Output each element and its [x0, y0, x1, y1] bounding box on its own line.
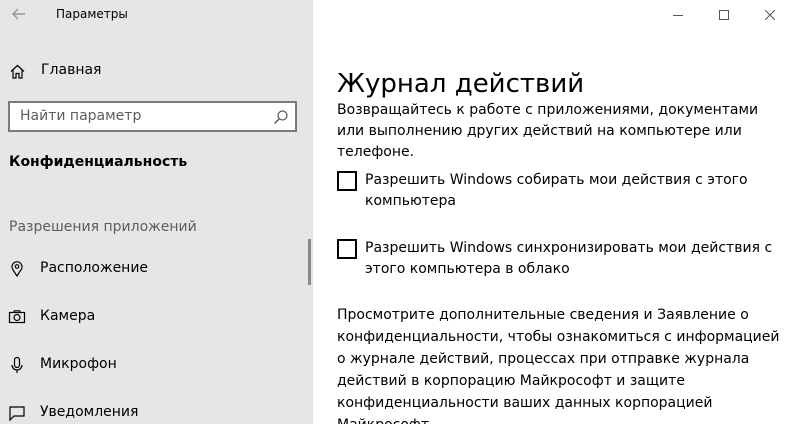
search-box[interactable]	[8, 101, 297, 132]
back-arrow-icon	[12, 8, 25, 20]
sidebar-item-label: Уведомления	[40, 404, 139, 420]
search-input[interactable]	[20, 108, 260, 124]
settings-window: Параметры Главная Конфиденциальность Раз…	[0, 0, 793, 424]
sidebar-item-notifications[interactable]: Уведомления	[0, 396, 305, 424]
sidebar-item-location[interactable]: Расположение	[0, 252, 305, 286]
sidebar-item-camera[interactable]: Камера	[0, 300, 305, 334]
sidebar-item-label: Микрофон	[40, 356, 117, 372]
camera-icon	[8, 310, 26, 324]
sidebar-item-microphone[interactable]: Микрофон	[0, 348, 305, 382]
sync-activity-checkbox[interactable]	[337, 239, 357, 259]
nav-home-label: Главная	[41, 62, 102, 78]
page-title: Журнал действий	[337, 69, 585, 100]
checkbox-label[interactable]: Разрешить Windows собирать мои действия …	[365, 170, 775, 212]
maximize-icon	[719, 10, 729, 20]
main-content: Журнал действий Возвращайтесь к работе с…	[313, 0, 793, 424]
privacy-info-text: Просмотрите дополнительные сведения и За…	[337, 307, 780, 424]
page-description: Возвращайтесь к работе с приложениями, д…	[337, 102, 759, 160]
checkbox-label[interactable]: Разрешить Windows синхронизировать мои д…	[365, 238, 775, 280]
nav-home[interactable]: Главная	[0, 56, 313, 86]
maximize-button[interactable]	[701, 0, 747, 30]
sidebar-item-label: Камера	[40, 308, 96, 324]
sidebar-scrollbar[interactable]	[308, 239, 311, 285]
minimize-button[interactable]	[655, 0, 701, 30]
window-controls	[655, 0, 793, 30]
minimize-icon	[673, 15, 683, 16]
sidebar-item-label: Расположение	[40, 260, 149, 276]
notification-icon	[9, 406, 25, 422]
home-icon	[10, 64, 25, 79]
search-icon[interactable]	[273, 109, 289, 125]
collect-activity-checkbox[interactable]	[337, 171, 357, 191]
app-title: Параметры	[56, 7, 128, 21]
close-button[interactable]	[747, 0, 793, 30]
location-pin-icon	[11, 261, 23, 278]
microphone-icon	[11, 356, 23, 373]
group-header: Разрешения приложений	[9, 219, 197, 235]
close-icon	[765, 10, 775, 20]
sidebar: Параметры Главная Конфиденциальность Раз…	[0, 0, 313, 424]
back-button[interactable]	[6, 2, 32, 26]
section-title[interactable]: Конфиденциальность	[9, 154, 187, 170]
title-bar: Параметры	[0, 0, 313, 30]
